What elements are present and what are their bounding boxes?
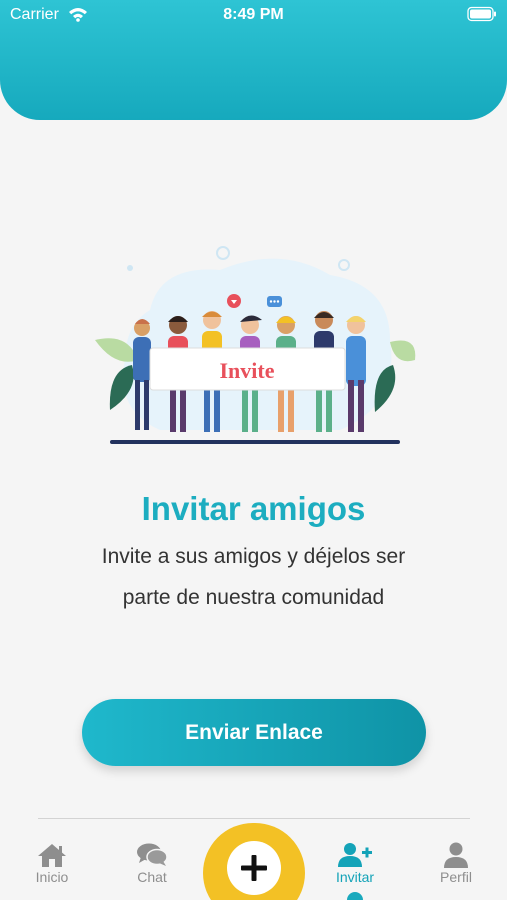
add-user-icon xyxy=(338,843,372,867)
tab-invitar[interactable]: Invitar xyxy=(305,820,405,900)
plus-icon xyxy=(241,855,267,881)
description-line-2: parte de nuestra comunidad xyxy=(122,586,385,609)
clock: 8:49 PM xyxy=(223,6,284,23)
banner-text: Invite xyxy=(220,358,275,383)
page-description: Invite a sus amigos y déjelos ser parte … xyxy=(40,536,467,618)
tab-invitar-label: Invitar xyxy=(335,869,375,885)
status-bar: Carrier 8:49 PM xyxy=(0,0,507,32)
battery-icon xyxy=(467,6,496,22)
page-title: Invitar amigos xyxy=(141,490,366,527)
tab-inicio[interactable]: Inicio xyxy=(2,820,102,900)
home-icon xyxy=(38,844,66,867)
tab-chat-label: Chat xyxy=(137,869,167,885)
description-line-1: Invite a sus amigos y déjelos ser xyxy=(101,545,406,568)
tab-chat[interactable]: Chat xyxy=(102,820,202,900)
person-icon xyxy=(444,842,468,868)
send-link-button[interactable]: Enviar Enlace xyxy=(82,699,426,766)
tab-inicio-label: Inicio xyxy=(35,869,69,885)
chat-icon xyxy=(137,843,168,866)
tab-perfil-label: Perfil xyxy=(440,869,472,885)
tabbar-divider xyxy=(38,818,470,819)
invite-friends-illustration: Invite xyxy=(95,246,416,444)
plus-circle xyxy=(227,841,281,895)
tab-perfil[interactable]: Perfil xyxy=(406,820,506,900)
active-tab-indicator xyxy=(347,892,363,900)
